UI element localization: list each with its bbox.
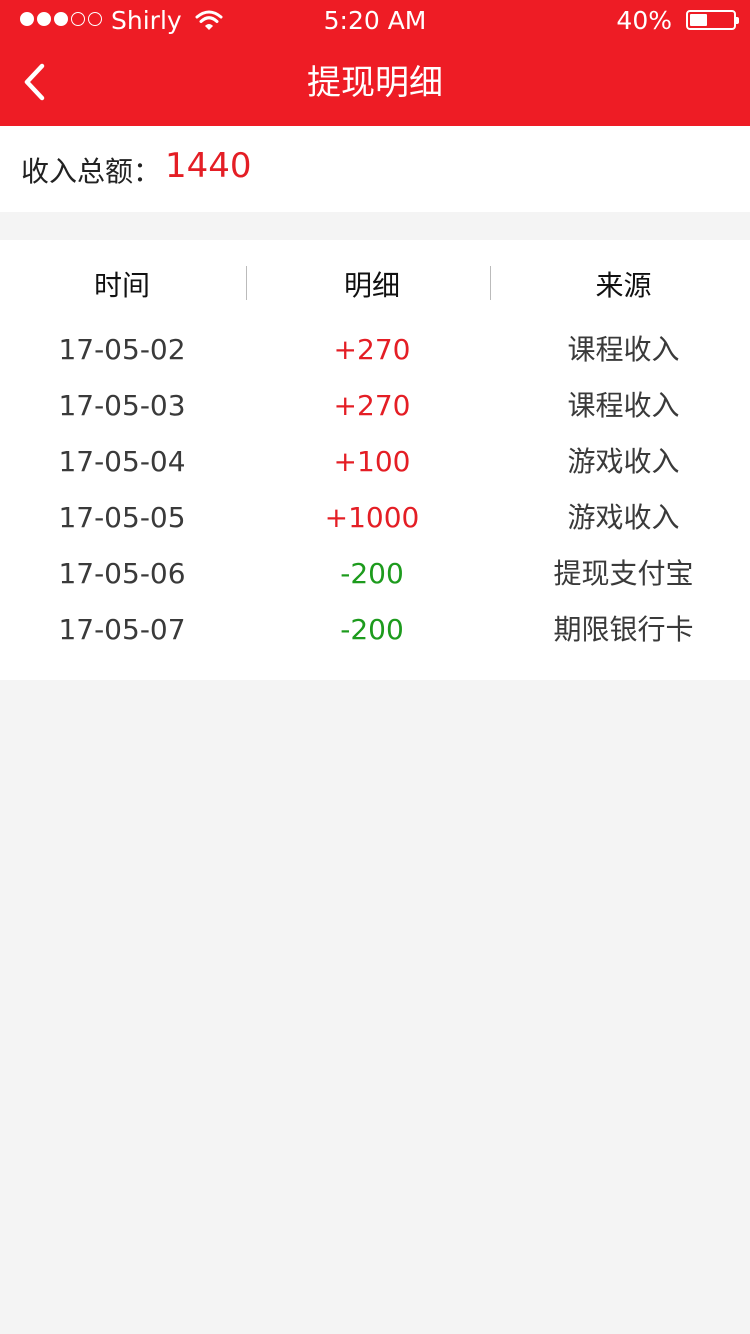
nav-bar: 提现明细	[0, 42, 750, 126]
row-source: 期限银行卡	[553, 613, 694, 646]
column-header-time: 时间	[93, 269, 150, 302]
row-date: 17-05-02	[58, 333, 186, 366]
row-date: 17-05-05	[58, 501, 186, 534]
details-table: 时间 明细 来源 17-05-02 +270 课程收入 17-05-03 +270 课程收…	[0, 240, 750, 680]
page-title: 提现明细	[307, 63, 443, 103]
table-row: 17-05-05 +1000 游戏收入	[0, 490, 750, 546]
row-source: 课程收入	[567, 389, 680, 422]
row-source: 课程收入	[567, 333, 680, 366]
row-amount: +270	[333, 333, 411, 366]
table-row: 17-05-04 +100 游戏收入	[0, 434, 750, 490]
battery-level	[690, 14, 707, 26]
row-amount: +100	[333, 445, 411, 478]
row-source: 游戏收入	[567, 445, 680, 478]
table-row: 17-05-03 +270 课程收入	[0, 378, 750, 434]
table-row: 17-05-02 +270 课程收入	[0, 322, 750, 378]
row-amount: +270	[333, 389, 411, 422]
column-header-source: 来源	[595, 269, 652, 302]
row-amount: +1000	[324, 501, 420, 534]
header: Shirly 5:20 AM 40% 提现明细	[0, 0, 750, 126]
table-row: 17-05-06 -200 提现支付宝	[0, 546, 750, 602]
column-divider	[490, 266, 491, 300]
row-source: 游戏收入	[567, 501, 680, 534]
table-row: 17-05-07 -200 期限银行卡	[0, 602, 750, 658]
row-date: 17-05-07	[58, 613, 186, 646]
row-amount: -200	[340, 613, 404, 646]
row-date: 17-05-06	[58, 557, 186, 590]
column-header-detail: 明细	[343, 269, 400, 302]
battery-percent: 40%	[616, 6, 672, 35]
row-source: 提现支付宝	[553, 557, 694, 590]
row-date: 17-05-04	[58, 445, 186, 478]
income-summary: 收入总额： 1440	[0, 126, 750, 212]
total-income-value: 1440	[165, 146, 252, 186]
row-date: 17-05-03	[58, 389, 186, 422]
status-bar: Shirly 5:20 AM 40%	[0, 0, 750, 42]
battery-icon	[686, 10, 739, 30]
row-amount: -200	[340, 557, 404, 590]
table-header: 时间 明细 来源	[0, 264, 750, 308]
total-income-label: 收入总额：	[21, 155, 162, 188]
